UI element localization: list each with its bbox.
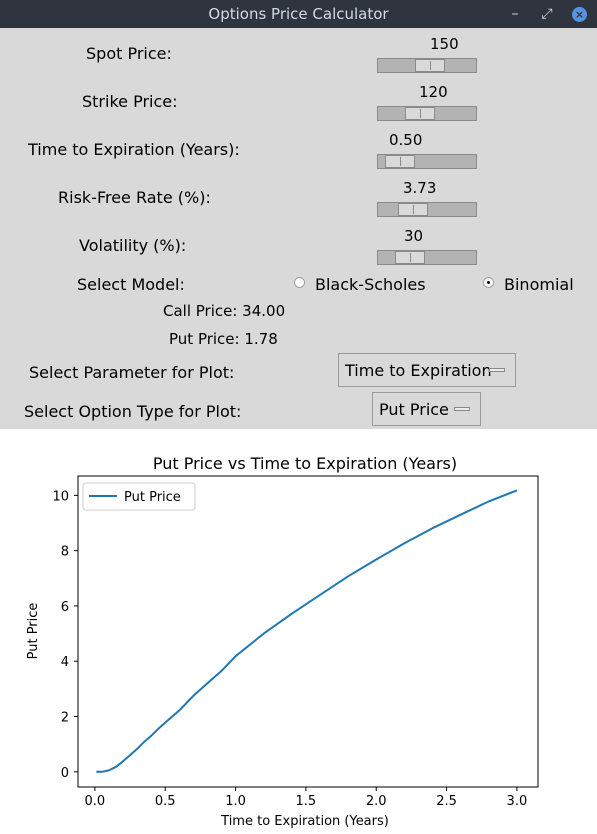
x-tick-label: 0.5 [155, 794, 176, 809]
controls-panel: Spot Price: 150 Strike Price: 120 Time t… [0, 28, 597, 429]
put-price-chart: Put Price vs Time to Expiration (Years) … [26, 454, 539, 829]
legend-label: Put Price [124, 490, 181, 505]
series-line-put-price [96, 489, 518, 773]
y-tick-label: 8 [61, 545, 69, 560]
plot-parameter-dropdown[interactable]: Time to Expiration [338, 353, 516, 387]
risk-free-rate-label: Risk-Free Rate (%): [58, 188, 211, 207]
option-type-dropdown[interactable]: Put Price [372, 392, 481, 426]
strike-price-value: 120 [419, 83, 448, 101]
y-tick-label: 0 [61, 766, 69, 781]
minimize-icon[interactable]: – [508, 7, 522, 21]
option-type-value: Put Price [379, 399, 449, 419]
strike-price-slider[interactable] [377, 106, 477, 121]
x-tick-label: 0.0 [85, 794, 106, 809]
radio-black-scholes-label[interactable]: Black-Scholes [315, 275, 426, 294]
radio-binomial[interactable] [483, 277, 494, 288]
y-tick-label: 6 [61, 600, 69, 615]
call-price-text: Call Price: 34.00 [163, 302, 286, 320]
volatility-slider[interactable] [377, 250, 477, 265]
restore-icon[interactable]: ⤢ [540, 7, 554, 21]
y-axis-label: Put Price [26, 603, 41, 660]
risk-free-rate-value: 3.73 [403, 179, 437, 197]
spot-price-slider[interactable] [377, 58, 477, 73]
x-tick-label: 2.0 [366, 794, 387, 809]
time-to-expiration-label: Time to Expiration (Years): [28, 140, 240, 159]
y-tick-label: 2 [61, 711, 69, 726]
spot-price-value: 150 [430, 35, 459, 53]
window-title: Options Price Calculator [208, 5, 389, 23]
plot-area: Put Price vs Time to Expiration (Years) … [0, 429, 597, 830]
volatility-value: 30 [404, 227, 424, 245]
y-tick-label: 10 [52, 489, 69, 504]
risk-free-rate-slider-thumb[interactable] [398, 203, 428, 216]
time-to-expiration-slider[interactable] [377, 154, 477, 169]
spot-price-label: Spot Price: [86, 44, 172, 63]
dropdown-indicator-icon [454, 407, 470, 411]
x-tick-label: 1.5 [296, 794, 317, 809]
radio-black-scholes[interactable] [294, 277, 305, 288]
window-controls: – ⤢ × [508, 0, 587, 28]
spot-price-slider-thumb[interactable] [415, 59, 445, 72]
x-tick-label: 2.5 [436, 794, 457, 809]
volatility-label: Volatility (%): [79, 236, 187, 255]
strike-price-label: Strike Price: [82, 92, 178, 111]
strike-price-slider-thumb[interactable] [405, 107, 435, 120]
x-tick-label: 3.0 [507, 794, 528, 809]
volatility-slider-thumb[interactable] [395, 251, 425, 264]
y-tick-label: 4 [61, 655, 69, 670]
time-to-expiration-value: 0.50 [389, 131, 423, 149]
chart-title: Put Price vs Time to Expiration (Years) [153, 454, 457, 473]
plot-parameter-label: Select Parameter for Plot: [29, 363, 235, 382]
plot-parameter-value: Time to Expiration [345, 360, 492, 380]
option-type-label: Select Option Type for Plot: [24, 402, 242, 421]
x-tick-label: 1.0 [225, 794, 246, 809]
title-bar: Options Price Calculator – ⤢ × [0, 0, 597, 28]
risk-free-rate-slider[interactable] [377, 202, 477, 217]
x-axis-label: Time to Expiration (Years) [220, 814, 389, 829]
put-price-text: Put Price: 1.78 [169, 330, 278, 348]
radio-binomial-label[interactable]: Binomial [504, 275, 574, 294]
time-to-expiration-slider-thumb[interactable] [385, 155, 415, 168]
close-icon[interactable]: × [572, 6, 587, 22]
select-model-label: Select Model: [77, 275, 185, 294]
dropdown-indicator-icon [489, 368, 505, 372]
